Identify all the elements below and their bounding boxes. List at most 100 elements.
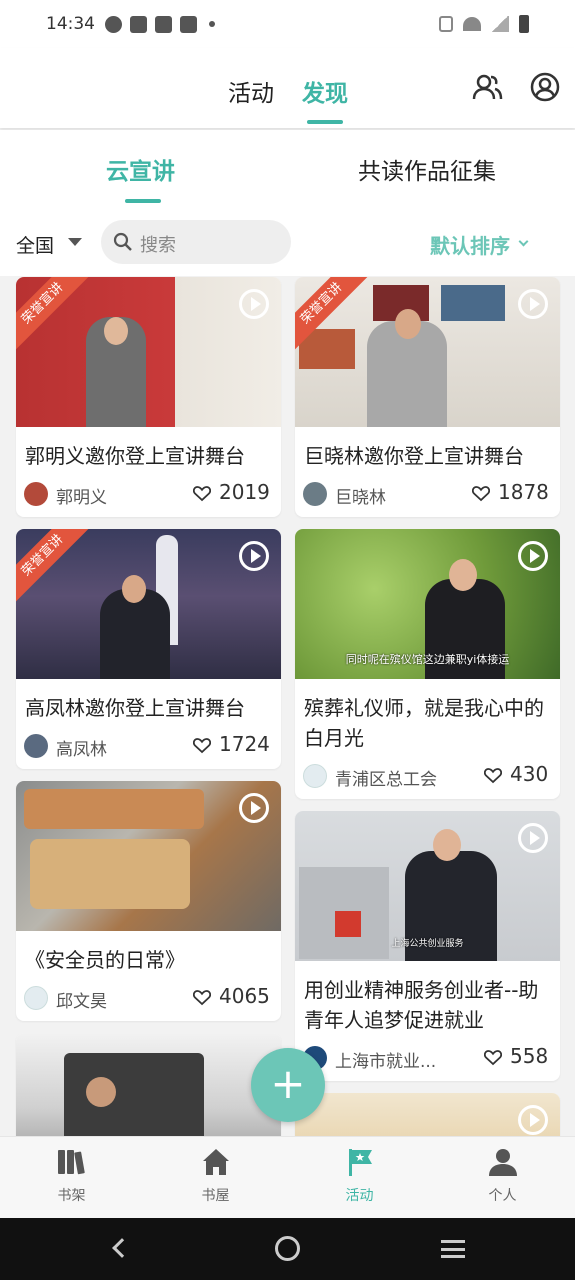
heart-icon[interactable] (193, 989, 211, 1006)
author-name: 上海市就业... (335, 1052, 437, 1072)
home-button-icon[interactable] (275, 1236, 300, 1261)
chevron-down-icon[interactable] (518, 236, 529, 247)
person-face (122, 575, 146, 603)
video-feed[interactable]: 荣誉宣讲 郭明义邀你登上宣讲舞台 郭明义 2019 荣誉宣讲 高凤林邀你登上宣讲… (0, 276, 575, 1136)
video-card[interactable] (16, 1033, 281, 1136)
play-icon[interactable] (518, 1105, 548, 1135)
like-count: 4065 (219, 984, 270, 1008)
users-icon[interactable] (471, 71, 503, 103)
sub-tabs: 云宣讲 共读作品征集 (0, 130, 575, 206)
video-thumbnail[interactable] (16, 1033, 281, 1136)
nav-activity[interactable]: 活动 (288, 1137, 431, 1219)
system-nav-bar (0, 1218, 575, 1280)
video-thumbnail[interactable]: 同时呢在殡仪馆这边兼职yi体接运 (295, 529, 560, 679)
mail-icon (155, 15, 172, 33)
avatar (24, 734, 48, 758)
author-name: 巨晓林 (335, 488, 386, 508)
video-caption: 上海公共创业服务 (391, 939, 464, 949)
profile-icon[interactable] (529, 71, 561, 103)
tab-activity[interactable]: 活动 (228, 74, 274, 108)
battery-icon (519, 15, 529, 33)
avatar (24, 482, 48, 506)
card-title: 殡葬礼仪师，就是我心中的白月光 (304, 696, 544, 750)
like-count: 558 (510, 1044, 549, 1068)
bottom-nav: 书架 书屋 活动 个人 (0, 1136, 575, 1218)
card-meta: 上海市就业... 558 (295, 1035, 560, 1081)
card-title: 郭明义邀你登上宣讲舞台 (25, 444, 245, 468)
vibrate-icon (439, 16, 453, 32)
honor-ribbon: 荣誉宣讲 (16, 529, 92, 605)
video-thumbnail[interactable]: 荣誉宣讲 (16, 529, 281, 679)
author-name: 高凤林 (56, 740, 107, 760)
search-placeholder: 搜索 (140, 235, 176, 256)
card-title: 用创业精神服务创业者--助青年人追梦促进就业 (304, 978, 539, 1032)
tab-cloud-lecture[interactable]: 云宣讲 (106, 152, 175, 186)
like-count: 430 (510, 762, 549, 786)
card-meta: 郭明义 2019 (16, 471, 281, 517)
video-caption: 同时呢在殡仪馆这边兼职yi体接运 (345, 653, 510, 666)
tab-discover[interactable]: 发现 (302, 74, 348, 108)
video-card[interactable]: 上海公共创业服务 用创业精神服务创业者--助青年人追梦促进就业 上海市就业...… (295, 811, 560, 1081)
nav-bookhouse[interactable]: 书屋 (144, 1137, 287, 1219)
recent-apps-icon[interactable] (441, 1240, 465, 1258)
card-meta: 高凤林 1724 (16, 723, 281, 769)
mail-icon (180, 15, 197, 33)
region-selector[interactable]: 全国 (16, 231, 54, 258)
person-face (449, 559, 477, 591)
nav-label: 活动 (345, 1188, 374, 1204)
play-icon[interactable] (239, 541, 269, 571)
chevron-down-icon[interactable] (68, 238, 82, 246)
bookshelf-icon (58, 1150, 85, 1175)
heart-icon[interactable] (193, 737, 211, 754)
back-icon[interactable] (112, 1238, 132, 1258)
card-title: 巨晓林邀你登上宣讲舞台 (304, 444, 524, 468)
sort-selector[interactable]: 默认排序 (430, 230, 510, 259)
video-thumbnail[interactable]: 荣誉宣讲 (295, 277, 560, 427)
nav-profile[interactable]: 个人 (431, 1137, 574, 1219)
card-meta: 邱文昊 4065 (16, 975, 281, 1021)
card-title: 《安全员的日常》 (25, 948, 185, 972)
plus-icon: + (270, 1059, 306, 1108)
wall-frame (441, 285, 505, 321)
play-icon[interactable] (239, 793, 269, 823)
heart-icon[interactable] (484, 767, 502, 784)
play-icon[interactable] (518, 541, 548, 571)
like-count: 1724 (219, 732, 270, 756)
nav-bookshelf[interactable]: 书架 (0, 1137, 143, 1219)
video-thumbnail[interactable]: 荣誉宣讲 (16, 277, 281, 427)
avatar (24, 986, 48, 1010)
heart-icon[interactable] (484, 1049, 502, 1066)
food-tray (30, 839, 190, 909)
author-name: 青浦区总工会 (335, 770, 437, 790)
person-face (104, 317, 128, 345)
video-card[interactable]: 同时呢在殡仪馆这边兼职yi体接运 殡葬礼仪师，就是我心中的白月光 青浦区总工会 … (295, 529, 560, 799)
decoration (335, 911, 361, 937)
video-card[interactable]: 荣誉宣讲 高凤林邀你登上宣讲舞台 高凤林 1724 (16, 529, 281, 769)
video-card[interactable]: 荣誉宣讲 郭明义邀你登上宣讲舞台 郭明义 2019 (16, 277, 281, 517)
heart-icon[interactable] (472, 485, 490, 502)
video-card[interactable]: 荣誉宣讲 巨晓林邀你登上宣讲舞台 巨晓林 1878 (295, 277, 560, 517)
play-icon[interactable] (518, 289, 548, 319)
notification-icon (105, 15, 122, 33)
author-name: 郭明义 (56, 488, 107, 508)
video-card[interactable]: 《安全员的日常》 邱文昊 4065 (16, 781, 281, 1021)
mail-icon (130, 15, 147, 33)
top-nav: 活动 发现 (0, 48, 575, 128)
clock: 14:34 (46, 14, 95, 34)
active-tab-indicator (307, 120, 343, 124)
tab-reading-collection[interactable]: 共读作品征集 (358, 152, 496, 186)
wifi-icon (463, 17, 481, 31)
video-thumbnail[interactable] (295, 1093, 560, 1136)
create-button[interactable]: + (251, 1048, 325, 1122)
play-icon[interactable] (239, 289, 269, 319)
person-icon (489, 1149, 517, 1176)
play-icon[interactable] (518, 823, 548, 853)
author-name: 邱文昊 (56, 992, 107, 1012)
avatar (303, 764, 327, 788)
video-thumbnail[interactable]: 上海公共创业服务 (295, 811, 560, 961)
video-card[interactable] (295, 1093, 560, 1136)
heart-icon[interactable] (193, 485, 211, 502)
video-thumbnail[interactable] (16, 781, 281, 931)
search-input[interactable]: 搜索 (101, 220, 291, 264)
flag-icon (349, 1149, 372, 1176)
